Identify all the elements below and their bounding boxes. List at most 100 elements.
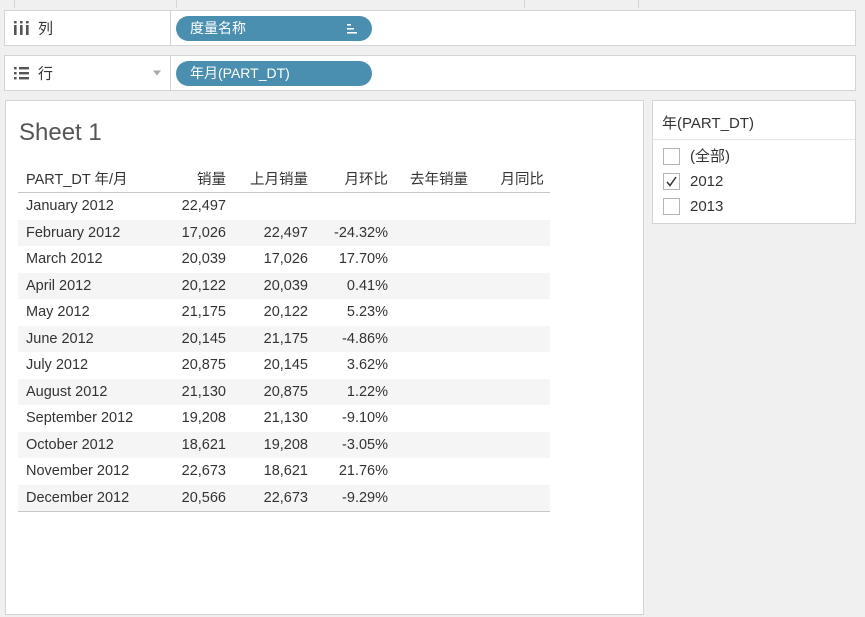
table-cell: -24.32% [308, 219, 388, 246]
table-row[interactable]: January 2012 22,497 [18, 193, 550, 220]
table-row[interactable]: November 2012 22,673 18,621 21.76% [18, 458, 550, 485]
table-row[interactable]: July 2012 20,875 20,145 3.62% [18, 352, 550, 379]
table-cell [468, 219, 550, 246]
table-cell [388, 193, 468, 220]
columns-shelf-header: 列 [5, 11, 171, 45]
table-cell [468, 484, 550, 512]
rows-shelf[interactable]: 行 年月(PART_DT) [4, 55, 856, 91]
divider [653, 139, 855, 140]
year-filter-card: 年(PART_DT) (全部) 2012 2013 [652, 100, 856, 224]
table-cell [468, 431, 550, 458]
table-cell: June 2012 [18, 325, 166, 352]
table-row[interactable]: August 2012 21,130 20,875 1.22% [18, 378, 550, 405]
table-cell: 20,122 [166, 272, 228, 299]
table-cell [308, 193, 388, 220]
table-cell: 21,130 [263, 410, 308, 427]
table-cell: 5.23% [346, 304, 388, 321]
table-cell: 17.70% [338, 251, 388, 268]
chevron-down-icon[interactable] [153, 70, 161, 76]
column-header[interactable]: 月同比 [468, 165, 550, 193]
rows-shelf-header: 行 [5, 56, 171, 90]
column-header[interactable]: PART_DT 年/月 [18, 165, 166, 193]
table-cell: February 2012 [18, 219, 166, 246]
table-cell: 19,208 [181, 410, 226, 427]
table-cell [468, 352, 550, 379]
table-row[interactable]: April 2012 20,122 20,039 0.41% [18, 272, 550, 299]
table-cell [388, 458, 468, 485]
filter-option-2013[interactable]: 2013 [663, 197, 843, 217]
column-header[interactable]: 上月销量 [228, 165, 308, 193]
columns-icon [14, 21, 29, 35]
table-cell [388, 246, 468, 273]
table-row[interactable]: September 2012 19,208 21,130 -9.10% [18, 405, 550, 432]
table-cell: 20,039 [228, 272, 308, 299]
table-cell: -9.29% [308, 484, 388, 512]
table-cell: 20,145 [166, 325, 228, 352]
table-cell: 1.22% [308, 378, 388, 405]
table-cell: 19,208 [228, 431, 308, 458]
top-toolbar-strip [0, 0, 865, 8]
crosstab-table: PART_DT 年/月 销量 上月销量 月环比 去年销量 月同比 January… [18, 165, 550, 512]
checkbox-2012[interactable] [663, 173, 680, 190]
table-cell [468, 378, 550, 405]
table-cell: March 2012 [26, 251, 103, 268]
checkbox-2013[interactable] [663, 198, 680, 215]
table-cell: 22,673 [228, 484, 308, 512]
table-cell [388, 219, 468, 246]
table-cell [388, 352, 468, 379]
filter-option-all[interactable]: (全部) [663, 147, 843, 167]
table-cell: 20,039 [181, 251, 226, 268]
measure-names-pill[interactable]: 度量名称 [176, 16, 372, 41]
table-cell: May 2012 [26, 304, 90, 321]
table-cell: 21,175 [228, 325, 308, 352]
sort-icon[interactable] [346, 24, 358, 34]
checkbox-all[interactable] [663, 148, 680, 165]
filter-title: 年(PART_DT) [662, 115, 754, 132]
table-cell: 20,566 [166, 484, 228, 512]
table-cell: 22,497 [181, 198, 226, 215]
table-cell: 20,145 [263, 357, 308, 374]
rows-list-icon [14, 67, 29, 80]
table-cell [468, 458, 550, 485]
filter-option-label: 2013 [690, 198, 724, 215]
table-cell: 0.41% [308, 272, 388, 299]
table-row[interactable]: May 2012 21,175 20,122 5.23% [18, 299, 550, 326]
table-row[interactable]: June 2012 20,145 21,175 -4.86% [18, 325, 550, 352]
table-cell: 17,026 [263, 251, 308, 268]
year-month-pill-label: 年月(PART_DT) [190, 65, 290, 81]
table-cell [388, 484, 468, 512]
columns-shelf-label: 列 [38, 20, 54, 38]
table-cell [468, 325, 550, 352]
table-cell: September 2012 [26, 410, 134, 427]
column-header[interactable]: 去年销量 [388, 165, 468, 193]
table-cell [468, 299, 550, 326]
measure-names-pill-label: 度量名称 [190, 20, 246, 36]
filter-option-label: 2012 [690, 173, 724, 190]
table-row[interactable]: December 2012 20,566 22,673 -9.29% [18, 484, 550, 512]
table-cell: November 2012 [26, 463, 130, 480]
table-cell: October 2012 [18, 431, 166, 458]
table-cell [388, 299, 468, 326]
table-cell: 21,130 [166, 378, 228, 405]
table-row[interactable]: March 2012 20,039 17,026 17.70% [18, 246, 550, 273]
column-header[interactable]: 销量 [166, 165, 228, 193]
table-row[interactable]: October 2012 18,621 19,208 -3.05% [18, 431, 550, 458]
table-cell: April 2012 [18, 272, 166, 299]
table-cell [468, 246, 550, 273]
table-cell: -3.05% [308, 431, 388, 458]
table-cell: 21.76% [338, 463, 388, 480]
table-cell: 21,175 [181, 304, 226, 321]
table-row[interactable]: February 2012 17,026 22,497 -24.32% [18, 219, 550, 246]
year-month-pill[interactable]: 年月(PART_DT) [176, 61, 372, 86]
columns-shelf[interactable]: 列 度量名称 [4, 10, 856, 46]
table-cell [388, 272, 468, 299]
table-cell [388, 325, 468, 352]
table-cell: 22,673 [181, 463, 226, 480]
filter-option-2012[interactable]: 2012 [663, 172, 843, 192]
table-cell: 18,621 [166, 431, 228, 458]
table-cell: 3.62% [346, 357, 388, 374]
sheet-title: Sheet 1 [19, 119, 102, 146]
table-cell [468, 193, 550, 220]
table-cell: -9.10% [342, 410, 388, 427]
column-header[interactable]: 月环比 [308, 165, 388, 193]
